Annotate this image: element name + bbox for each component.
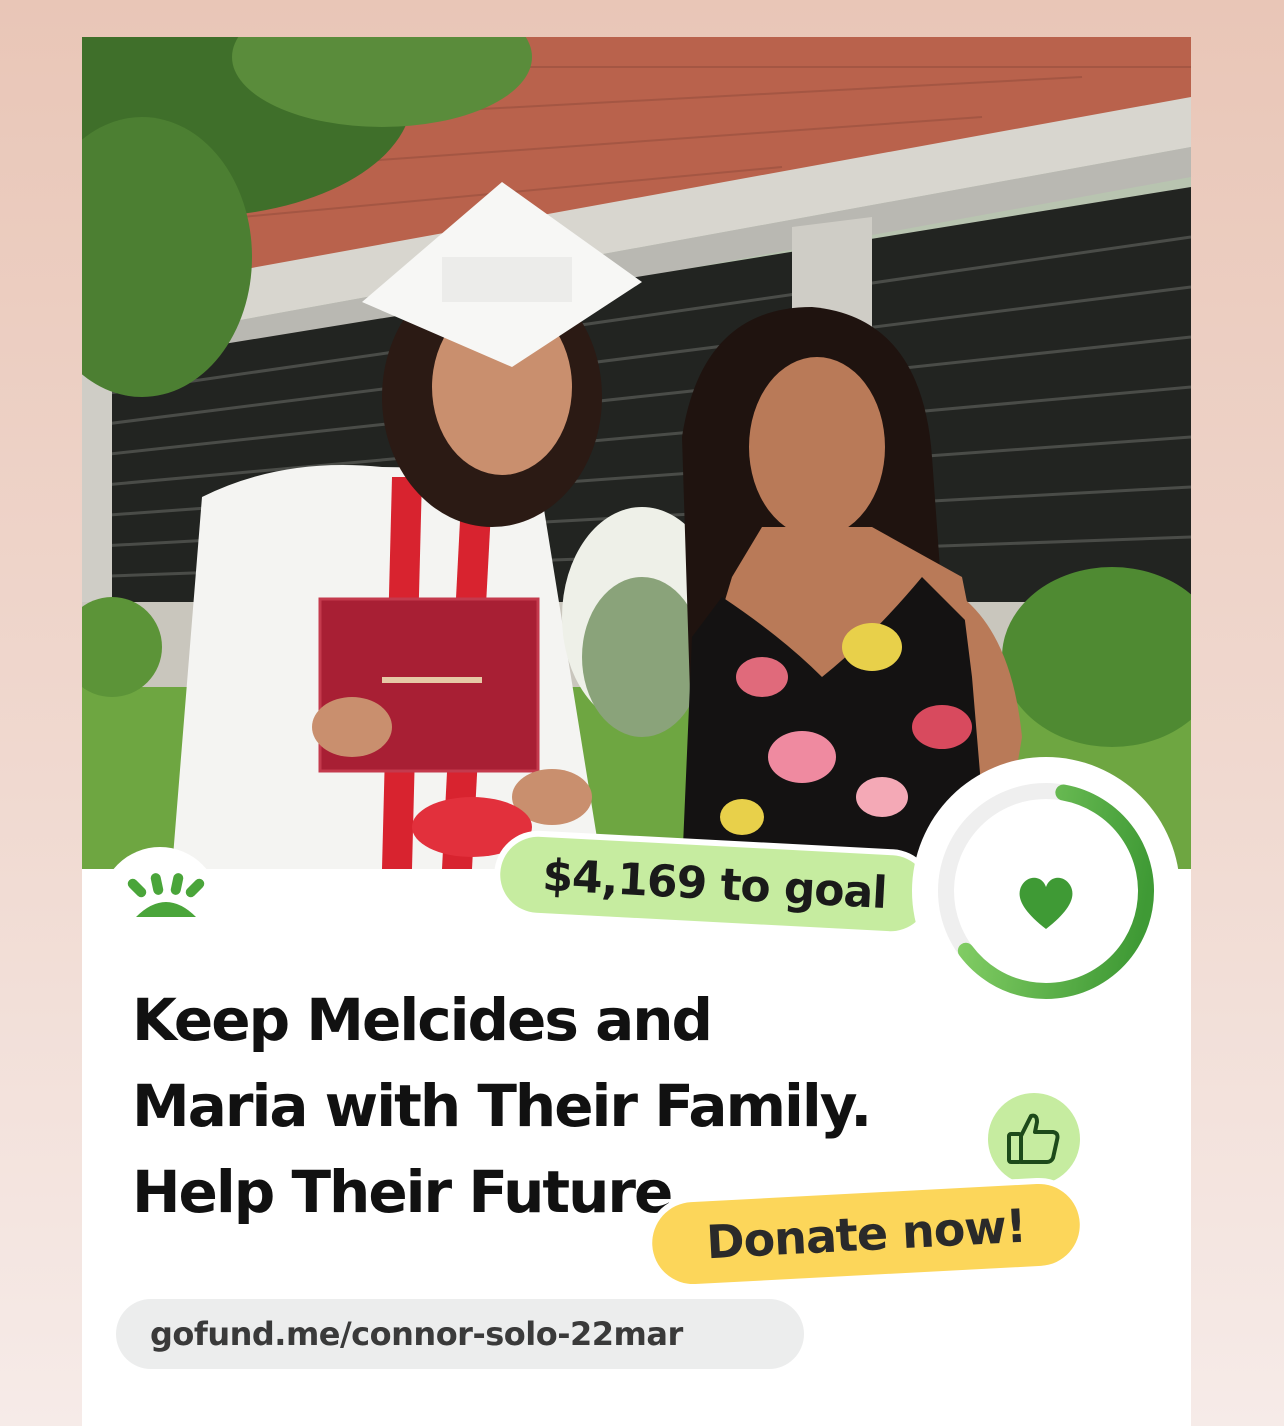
- campaign-url: gofund.me/connor-solo-22mar: [150, 1315, 683, 1353]
- goal-remaining: $4,169 to goal: [541, 849, 888, 919]
- campaign-photo: [82, 37, 1191, 869]
- progress-ring: [912, 757, 1180, 1025]
- campaign-card[interactable]: $4,169 to goal Keep Melcides and Maria w…: [82, 37, 1191, 1426]
- heart-icon: [1019, 877, 1073, 929]
- campaign-link[interactable]: gofund.me/connor-solo-22mar: [116, 1299, 804, 1369]
- gofundme-sunrise-logo-icon: [120, 873, 212, 925]
- thumbs-up-icon: [1007, 1113, 1060, 1164]
- like-badge[interactable]: [982, 1087, 1086, 1191]
- donate-label: Donate now!: [704, 1198, 1027, 1270]
